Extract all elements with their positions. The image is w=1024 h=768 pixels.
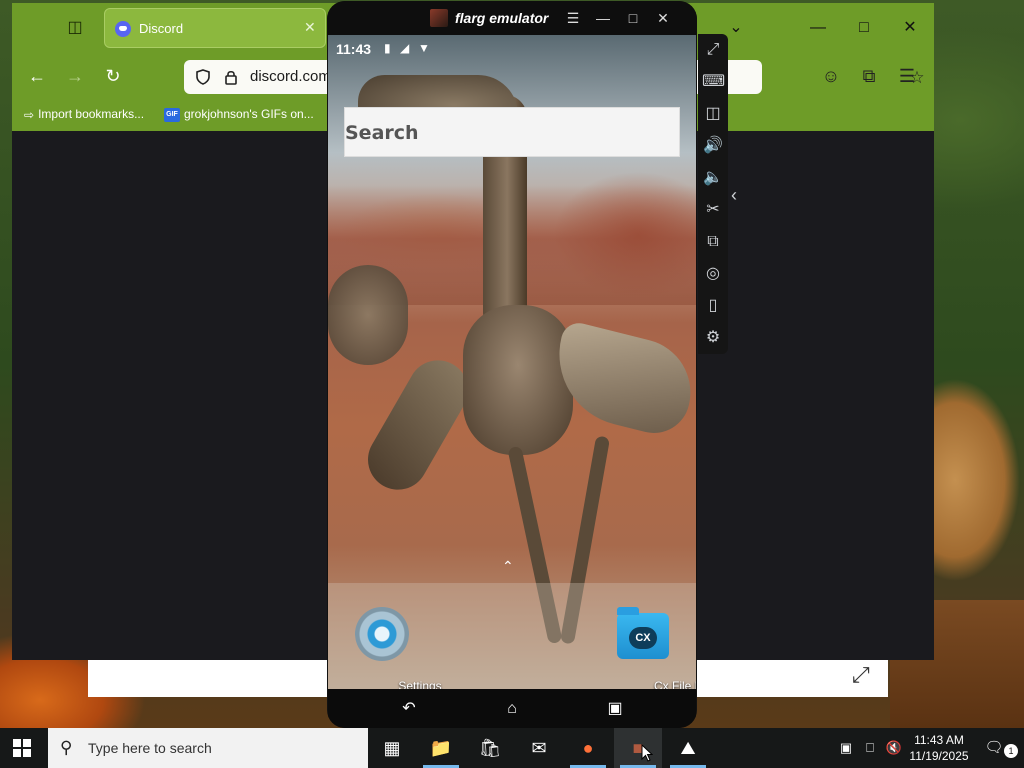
wallpaper-creature-wing-left bbox=[357, 349, 479, 501]
notification-center-icon[interactable]: 🗨 bbox=[984, 738, 1004, 758]
wallpaper-creature-body bbox=[463, 305, 573, 455]
multi-instance-icon[interactable]: ⧉ bbox=[702, 231, 724, 253]
task-view-icon: ▦ bbox=[383, 738, 401, 758]
fullscreen-icon[interactable]: ⤢ bbox=[702, 39, 724, 61]
signal-icon: ◢ bbox=[400, 41, 410, 55]
shield-icon[interactable] bbox=[196, 69, 210, 85]
expand-icon[interactable]: ⤢ bbox=[852, 663, 876, 687]
discord-favicon-icon bbox=[115, 21, 131, 37]
tab-close-icon[interactable]: ✕ bbox=[304, 19, 316, 36]
bookmark-gifs[interactable]: GIF grokjohnson's GIFs on... bbox=[164, 107, 314, 122]
emulator-window: flarg emulator ☰ — □ ✕ 11:43 ▮ ◢ ▼ Searc… bbox=[327, 1, 697, 728]
emulator-titlebar[interactable]: flarg emulator ☰ — □ ✕ bbox=[327, 1, 697, 35]
windows-logo-icon bbox=[23, 749, 31, 757]
lock-icon[interactable] bbox=[224, 69, 238, 85]
windows-logo-icon bbox=[13, 749, 21, 757]
home-search-bar[interactable]: Search bbox=[344, 107, 680, 157]
cx-folder-icon: CX bbox=[617, 607, 669, 659]
photos-button[interactable]: ⛰ bbox=[664, 728, 712, 768]
file-explorer-button[interactable]: 📁 bbox=[417, 728, 465, 768]
cx-badge: CX bbox=[629, 627, 657, 649]
system-clock[interactable]: 11:43 AM 11/19/2025 bbox=[905, 732, 973, 764]
wifi-icon: ▼ bbox=[418, 41, 430, 55]
windows-logo-icon bbox=[13, 739, 21, 747]
app-label: Cx File Expl bbox=[653, 679, 696, 689]
taskbar-search-box[interactable]: ⚲ Type here to search bbox=[48, 728, 368, 768]
mail-icon: ✉ bbox=[531, 738, 547, 758]
minimize-button[interactable]: — bbox=[807, 17, 829, 39]
search-placeholder: Search bbox=[345, 122, 419, 144]
volume-down-icon[interactable]: 🔈 bbox=[702, 167, 724, 189]
reload-icon[interactable]: ↻ bbox=[102, 65, 124, 87]
firefox-button[interactable]: ● bbox=[564, 728, 612, 768]
mail-button[interactable]: ✉ bbox=[515, 728, 563, 768]
notification-count-badge: 1 bbox=[1004, 744, 1018, 758]
search-placeholder: Type here to search bbox=[88, 740, 212, 756]
emulator-side-toolbar: ⤢ ⌨ ◫ 🔊 🔈 ✂ ⧉ ◎ ▯ ⚙ bbox=[698, 34, 728, 354]
location-icon[interactable]: ◎ bbox=[702, 263, 724, 285]
taskbar: ⚲ Type here to search ▦ 📁 🛍 ✉ ● ■ ⛰ ▣ ⎕ … bbox=[0, 728, 1024, 768]
task-view-button[interactable]: ▦ bbox=[368, 728, 416, 768]
android-home-screen[interactable]: 11:43 ▮ ◢ ▼ Search ⌃ Settings CX Cx File… bbox=[328, 35, 696, 689]
volume-up-icon[interactable]: 🔊 bbox=[702, 135, 724, 157]
network-icon[interactable]: ⎕ bbox=[861, 739, 879, 757]
recent-apps-icon[interactable]: ▣ bbox=[600, 701, 630, 717]
back-arrow-icon[interactable]: ← bbox=[26, 65, 48, 87]
volume-muted-icon[interactable]: 🔇 bbox=[885, 739, 903, 757]
wallpaper-creature-background bbox=[328, 265, 408, 365]
app-drawer-arrow-icon[interactable]: ⌃ bbox=[502, 558, 514, 575]
emulator-menu-icon[interactable]: ☰ bbox=[563, 8, 583, 28]
store-icon: 🛍 bbox=[478, 738, 502, 758]
close-button[interactable]: ✕ bbox=[899, 17, 921, 39]
clock-time: 11:43 AM bbox=[914, 733, 964, 747]
android-nav-bar: ↶ ⌂ ▣ bbox=[328, 689, 696, 728]
menu-icon[interactable]: ☰ bbox=[896, 65, 918, 87]
settings-gear-icon bbox=[355, 607, 409, 661]
flarg-emulator-button[interactable]: ■ bbox=[614, 728, 662, 768]
photos-icon: ⛰ bbox=[680, 738, 696, 758]
start-button[interactable] bbox=[13, 739, 31, 757]
search-icon: ⚲ bbox=[60, 738, 73, 757]
shake-icon[interactable]: ▯ bbox=[702, 295, 724, 317]
emulator-close-button[interactable]: ✕ bbox=[653, 8, 673, 28]
app-label: Settings bbox=[398, 679, 442, 689]
forward-arrow-icon[interactable]: → bbox=[64, 65, 86, 87]
tab-overflow-chevron-icon[interactable]: ⌄ bbox=[725, 17, 747, 39]
mouse-cursor-icon bbox=[641, 744, 653, 762]
store-button[interactable]: 🛍 bbox=[466, 728, 514, 768]
extensions-icon[interactable]: ⧉ bbox=[858, 65, 880, 87]
home-icon[interactable]: ⌂ bbox=[497, 701, 527, 717]
windows-logo-icon bbox=[23, 739, 31, 747]
clock-date: 11/19/2025 bbox=[909, 749, 969, 763]
gif-icon: GIF bbox=[164, 107, 180, 122]
battery-icon: ▮ bbox=[384, 41, 391, 55]
emulator-logo-icon bbox=[430, 9, 448, 27]
emulator-maximize-button[interactable]: □ bbox=[623, 8, 643, 28]
screenshot-cut-icon[interactable]: ✂ bbox=[702, 199, 724, 221]
bookmark-import[interactable]: ⇨ Import bookmarks... bbox=[24, 107, 144, 122]
emulator-title: flarg emulator bbox=[455, 10, 549, 26]
tab-list-icon[interactable]: ◫ bbox=[64, 17, 86, 39]
import-icon: ⇨ bbox=[24, 107, 35, 122]
tab-title: Discord bbox=[139, 21, 184, 36]
file-explorer-icon: 📁 bbox=[429, 738, 453, 758]
firefox-icon: ● bbox=[582, 738, 594, 758]
url-text[interactable]: discord.com/ bbox=[250, 68, 335, 85]
tab-discord[interactable]: Discord ✕ bbox=[104, 8, 326, 48]
back-icon[interactable]: ↶ bbox=[394, 701, 424, 717]
settings-icon[interactable]: ⚙ bbox=[702, 327, 724, 349]
emulator-minimize-button[interactable]: — bbox=[593, 8, 613, 28]
bookmark-label: grokjohnson's GIFs on... bbox=[184, 107, 314, 121]
maximize-button[interactable]: □ bbox=[853, 17, 875, 39]
toolbar-collapse-chevron-icon[interactable]: ‹ bbox=[727, 183, 741, 207]
status-bar-time: 11:43 bbox=[336, 41, 372, 57]
keyboard-icon[interactable]: ⌨ bbox=[702, 71, 725, 93]
meet-now-icon[interactable]: ▣ bbox=[837, 739, 855, 757]
bookmark-label: Import bookmarks... bbox=[38, 107, 145, 121]
account-icon[interactable]: ☺ bbox=[820, 65, 842, 87]
apk-install-icon[interactable]: ◫ bbox=[702, 103, 724, 125]
